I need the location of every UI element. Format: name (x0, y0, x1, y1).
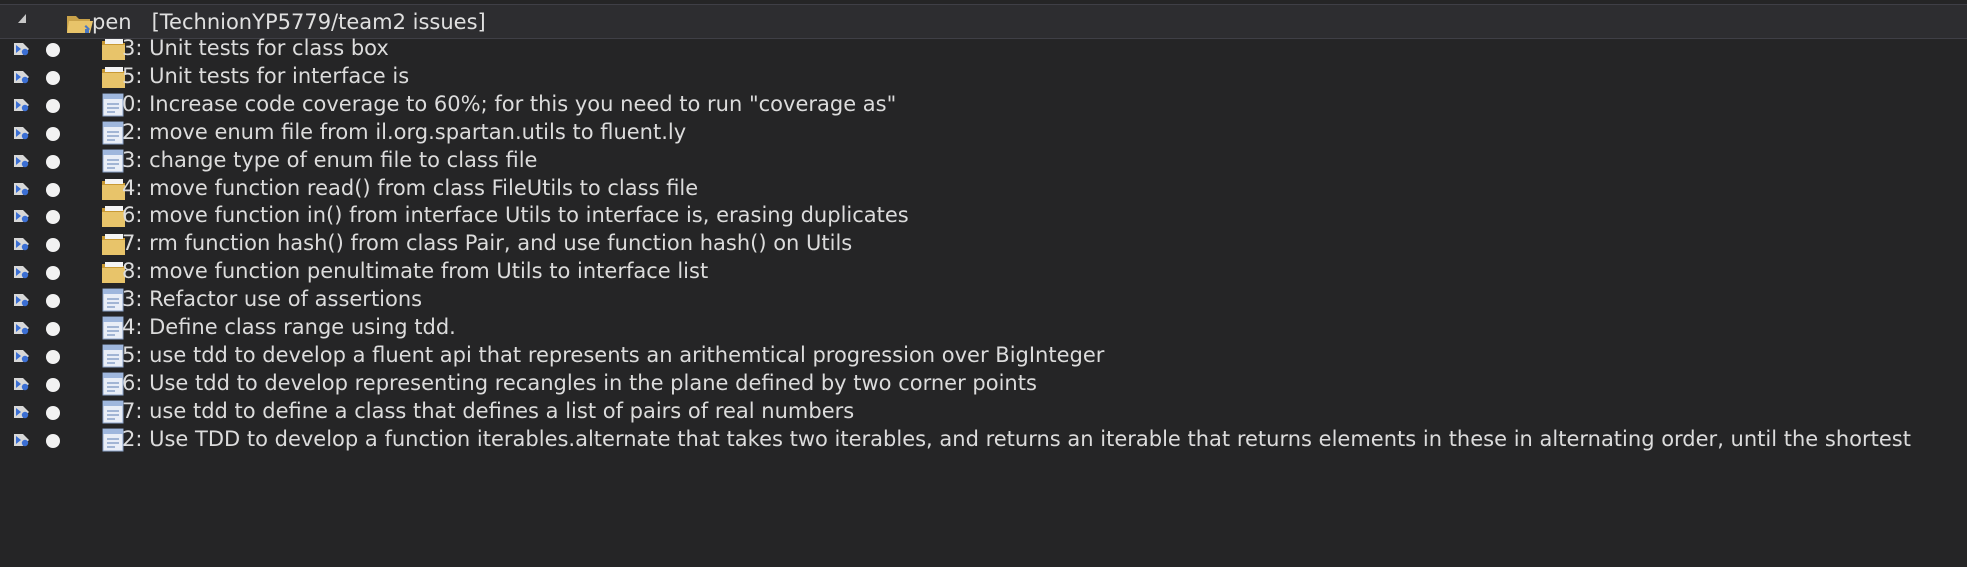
issue-row[interactable]: 2: Use TDD to develop a function iterabl… (0, 423, 1967, 458)
issue-label: 3: Refactor use of assertions (122, 287, 423, 312)
issue-label: 6: move function in() from interface Uti… (122, 203, 909, 228)
issue-label: 5: Unit tests for interface is (122, 63, 410, 88)
status-dot-icon (46, 266, 60, 281)
status-dot-icon (46, 349, 60, 364)
issue-label: 4: Define class range using tdd. (122, 315, 456, 339)
task-tag-icon (14, 238, 29, 251)
expanded-triangle-icon[interactable] (18, 14, 26, 23)
issue-label: 2: Use TDD to develop a function iterabl… (122, 426, 1911, 451)
status-dot-icon (46, 377, 60, 392)
status-dot-icon (46, 433, 60, 448)
issue-label: 5: use tdd to develop a fluent api that … (122, 342, 1105, 367)
task-tag-icon (14, 322, 29, 335)
issues-tree: pen [TechnionYP5779/team2 issues] 3: Uni… (0, 0, 1967, 567)
open-folder-icon (67, 16, 93, 33)
issue-label: 4: move function read() from class FileU… (122, 175, 699, 200)
status-dot-icon (46, 182, 60, 197)
status-dot-icon (46, 98, 60, 113)
task-tag-icon (14, 154, 29, 167)
issue-label: 6: Use tdd to develop representing recan… (122, 370, 1037, 395)
issue-label: 8: move function penultimate from Utils … (122, 259, 709, 284)
issue-label: 0: Increase code coverage to 60%; for th… (122, 91, 897, 116)
status-dot-icon (46, 405, 60, 420)
task-tag-icon (14, 266, 29, 279)
task-tag-icon (14, 294, 29, 307)
status-dot-icon (46, 43, 60, 57)
status-dot-icon (46, 238, 60, 253)
status-dot-icon (46, 210, 60, 225)
task-tag-icon (14, 70, 29, 84)
issue-label: 7: use tdd to define a class that define… (122, 398, 855, 423)
issue-label: 7: rm function hash() from class Pair, a… (122, 231, 853, 256)
task-tag-icon (14, 126, 29, 139)
status-dot-icon (46, 70, 60, 85)
task-tag-icon (14, 182, 29, 195)
task-tag-icon (14, 377, 29, 390)
issues-folder-label: pen [TechnionYP5779/team2 issues] (92, 10, 486, 34)
status-dot-icon (46, 154, 60, 169)
task-tag-icon (14, 405, 29, 418)
task-tag-icon (14, 210, 29, 223)
issue-label: 3: Unit tests for class box (122, 36, 389, 60)
status-dot-icon (46, 294, 60, 309)
issue-label: 3: change type of enum file to class fil… (122, 147, 538, 172)
task-tag-icon (14, 433, 29, 446)
task-tag-icon (14, 43, 29, 56)
status-dot-icon (46, 126, 60, 141)
status-dot-icon (46, 322, 60, 336)
task-tag-icon (14, 349, 29, 363)
issue-label: 2: move enum file from il.org.spartan.ut… (122, 119, 687, 144)
task-tag-icon (14, 98, 29, 111)
